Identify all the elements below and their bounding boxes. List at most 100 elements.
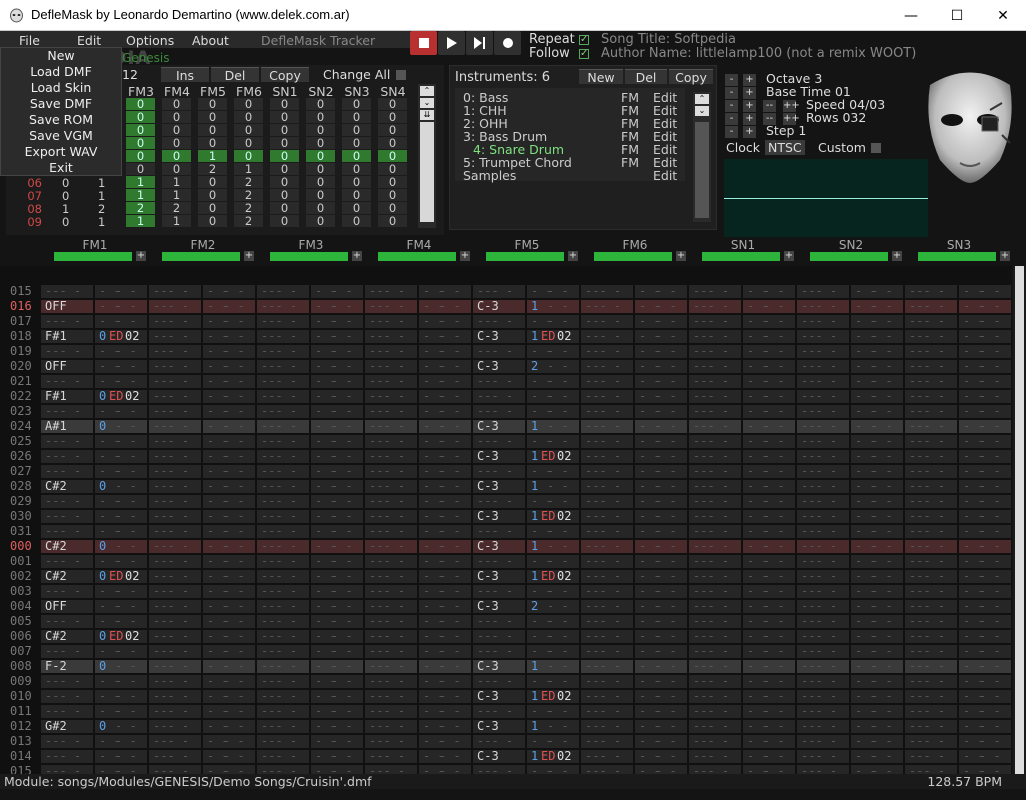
order-cell[interactable]: 0: [306, 124, 335, 136]
order-cell[interactable]: 1: [162, 176, 191, 188]
pattern-row[interactable]: 006 C#2 0 ED 02 --- - - - - - --- - - - - - --- - - …: [0, 629, 1012, 644]
base-time-decrease-button[interactable]: -: [725, 87, 738, 99]
menu-item-load-dmf[interactable]: Load DMF: [1, 64, 121, 80]
order-cell[interactable]: 0: [234, 111, 263, 123]
channel-expand-button[interactable]: +: [460, 251, 470, 261]
order-cell[interactable]: 0: [126, 124, 155, 136]
pattern-row[interactable]: 028 C#2 0 - - --- - - - - - --- - - - - - --- - - -…: [0, 479, 1012, 494]
speed-decrease-button[interactable]: --: [763, 100, 776, 112]
pattern-row[interactable]: 002 C#2 0 ED 02 --- -- -- - --- -- -- - --- -- …: [0, 569, 1012, 584]
pattern-row[interactable]: 013 --- - - - - - --- - - - - - --- - - - - - --- …: [0, 734, 1012, 749]
order-cell[interactable]: 0: [198, 202, 227, 214]
order-cell[interactable]: 0: [126, 137, 155, 149]
custom-checkbox[interactable]: [871, 143, 881, 153]
order-cell[interactable]: 0: [198, 137, 227, 149]
close-button[interactable]: ✕: [980, 0, 1026, 31]
order-scrollbar[interactable]: ⌃ ⌄ ⇊: [418, 84, 436, 228]
order-cell[interactable]: 0: [306, 189, 335, 201]
octave-decrease-button[interactable]: -: [725, 74, 738, 86]
order-cell[interactable]: 1: [162, 215, 191, 227]
order-cell[interactable]: 0: [198, 111, 227, 123]
order-cell[interactable]: 0: [378, 163, 407, 175]
order-cell[interactable]: 1: [62, 202, 69, 216]
order-cell[interactable]: 1: [126, 215, 155, 227]
order-cell[interactable]: 1: [98, 215, 105, 229]
pattern-row[interactable]: 007 --- - - - - - --- - - - - - --- - - - - - --- …: [0, 644, 1012, 659]
order-cell[interactable]: 1: [126, 189, 155, 201]
order-cell[interactable]: 2: [234, 189, 263, 201]
order-del-button[interactable]: Del: [211, 67, 259, 83]
order-cell[interactable]: 0: [306, 176, 335, 188]
order-cell[interactable]: 0: [270, 189, 299, 201]
pattern-row[interactable]: 030 --- - - - - - --- - - - - - --- - - - - - --- …: [0, 509, 1012, 524]
author-name[interactable]: Author Name: littlelamp100 (not a remix …: [601, 46, 916, 61]
order-cell[interactable]: 0: [342, 150, 371, 162]
order-cell[interactable]: 0: [306, 202, 335, 214]
order-cell[interactable]: 0: [378, 137, 407, 149]
order-cell[interactable]: 0: [234, 137, 263, 149]
order-cell[interactable]: 1: [98, 189, 105, 203]
menu-edit[interactable]: Edit: [77, 33, 101, 48]
order-cell[interactable]: 0: [342, 215, 371, 227]
order-cell[interactable]: 0: [270, 111, 299, 123]
order-cell[interactable]: 2: [234, 215, 263, 227]
order-cell[interactable]: 0: [126, 98, 155, 110]
channel-expand-button[interactable]: +: [676, 251, 686, 261]
step-increase-button[interactable]: +: [743, 126, 756, 138]
order-cell[interactable]: 2: [234, 202, 263, 214]
order-cell[interactable]: 0: [342, 202, 371, 214]
order-cell[interactable]: 1: [162, 189, 191, 201]
pattern-row[interactable]: 027 --- - - - - - --- - - - - - --- - - - - - --- …: [0, 464, 1012, 479]
menu-file[interactable]: File: [19, 33, 40, 48]
order-cell[interactable]: 0: [378, 124, 407, 136]
order-scroll-thumb[interactable]: [420, 122, 434, 222]
pattern-row[interactable]: 009 --- - - - - - --- - - - - - --- - - - - - --- …: [0, 674, 1012, 689]
speed-decrease-button[interactable]: -: [725, 100, 738, 112]
channel-expand-button[interactable]: +: [136, 251, 146, 261]
menu-item-load-skin[interactable]: Load Skin: [1, 80, 121, 96]
pattern-row[interactable]: 012 G#2 0 - - --- - - - - - --- - - - - - --- - - -…: [0, 719, 1012, 734]
pattern-row[interactable]: 020 OFF - - - - --- - - - - - --- - - - - - --- - -…: [0, 359, 1012, 374]
pattern-row[interactable]: 031 --- - - - - - --- - - - - - --- - - - - - --- …: [0, 524, 1012, 539]
order-cell[interactable]: 0: [234, 124, 263, 136]
pattern-row[interactable]: 011 --- - - - - - --- - - - - - --- - - - - - --- …: [0, 704, 1012, 719]
order-cell[interactable]: 0: [342, 111, 371, 123]
step-decrease-button[interactable]: -: [725, 126, 738, 138]
order-cell[interactable]: 0: [62, 215, 69, 229]
speed-increase-button[interactable]: ++: [783, 100, 800, 112]
speed-increase-button[interactable]: +: [743, 100, 756, 112]
change-all-checkbox[interactable]: [396, 70, 406, 80]
order-cell[interactable]: 0: [126, 150, 155, 162]
pattern-row[interactable]: 018 F#1 0 ED 02 --- -- -- - --- -- -- - --- -- …: [0, 329, 1012, 344]
channel-expand-button[interactable]: +: [568, 251, 578, 261]
song-title[interactable]: Song Title: Softpedia: [601, 32, 736, 47]
follow-checkbox[interactable]: ✓: [579, 49, 589, 59]
scroll-up-icon[interactable]: ⌃: [420, 86, 434, 96]
repeat-checkbox[interactable]: ✓: [579, 35, 589, 45]
pattern-row[interactable]: 016 OFF - - - - --- - - - - - --- - - - - - --- - -…: [0, 299, 1012, 314]
pattern-row[interactable]: 026 --- - - - - - --- - - - - - --- - - - - - --- …: [0, 449, 1012, 464]
menu-item-save-dmf[interactable]: Save DMF: [1, 96, 121, 112]
pattern-row[interactable]: 000 C#2 0 - - --- - - - - - --- - - - - - --- - - -…: [0, 539, 1012, 554]
pattern-editor[interactable]: 015 --- -- -- - --- -- -- - --- -- -- - --- …: [0, 266, 1012, 775]
order-cell[interactable]: 0: [270, 137, 299, 149]
order-cell[interactable]: 0: [342, 137, 371, 149]
order-cell[interactable]: 0: [126, 111, 155, 123]
minimize-button[interactable]: —: [888, 0, 934, 31]
menu-about[interactable]: About: [192, 33, 229, 48]
order-cell[interactable]: 0: [270, 124, 299, 136]
order-cell[interactable]: 0: [342, 163, 371, 175]
order-cell[interactable]: 1: [98, 176, 105, 190]
order-cell[interactable]: 2: [198, 163, 227, 175]
order-cell[interactable]: 0: [342, 98, 371, 110]
order-cell[interactable]: 0: [162, 98, 191, 110]
order-cell[interactable]: 0: [198, 176, 227, 188]
menu-item-exit[interactable]: Exit: [1, 160, 121, 176]
order-cell[interactable]: 1: [234, 163, 263, 175]
order-cell[interactable]: 0: [234, 98, 263, 110]
order-cell[interactable]: 0: [162, 124, 191, 136]
order-cell[interactable]: 0: [342, 189, 371, 201]
pattern-row[interactable]: 021 --- - - - - - --- - - - - - --- - - - - - --- …: [0, 374, 1012, 389]
pattern-row[interactable]: 005 --- - - - - - --- - - - - - --- - - - - - --- …: [0, 614, 1012, 629]
order-cell[interactable]: 0: [342, 176, 371, 188]
